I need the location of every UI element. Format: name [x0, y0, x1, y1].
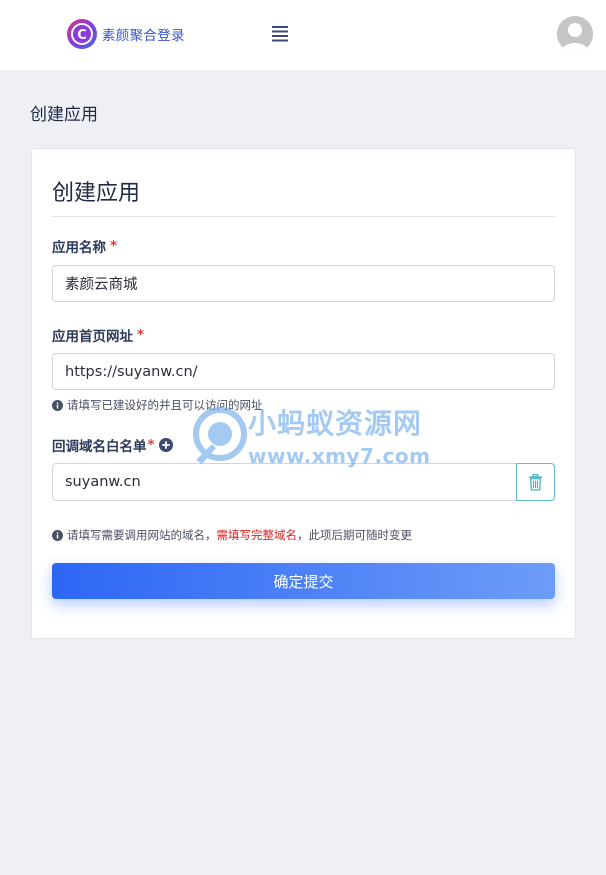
app-name-label: 应用名称 * [52, 236, 117, 256]
homepage-hint: 请填写已建设好的并且可以访问的网址 [52, 397, 263, 413]
brand-logo-icon: C [67, 19, 97, 49]
info-icon [52, 399, 63, 411]
required-mark: * [147, 437, 155, 453]
delete-domain-button[interactable] [516, 463, 555, 501]
homepage-hint-text: 请填写已建设好的并且可以访问的网址 [67, 398, 263, 412]
app-name-input[interactable] [52, 265, 555, 302]
create-app-card: 创建应用 应用名称 * 应用首页网址 * 请填写已建设好的并且可以访问的网址 回… [31, 148, 576, 639]
user-avatar[interactable] [557, 16, 593, 52]
whitelist-hint-prefix: 请填写需要调用网站的域名， [67, 528, 217, 542]
submit-button[interactable]: 确定提交 [52, 563, 555, 599]
hamburger-menu-icon[interactable] [270, 24, 290, 42]
whitelist-label: 回调域名白名单 * [52, 435, 173, 455]
info-icon [52, 529, 63, 541]
top-navbar: C 素颜聚合登录 [0, 0, 606, 70]
required-mark: * [110, 238, 118, 254]
whitelist-hint-warning: 需填写完整域名 [216, 528, 298, 542]
homepage-input[interactable] [52, 353, 555, 390]
whitelist-hint-suffix: ，此项后期可随时变更 [297, 528, 412, 542]
app-name-label-text: 应用名称 [52, 240, 106, 256]
svg-text:C: C [77, 28, 87, 43]
required-mark: * [137, 327, 145, 343]
page-title: 创建应用 [30, 105, 98, 125]
brand-name: 素颜聚合登录 [102, 28, 185, 44]
trash-icon [528, 473, 543, 491]
homepage-label: 应用首页网址 * [52, 325, 144, 345]
whitelist-domain-input[interactable] [52, 463, 517, 501]
user-avatar-icon [557, 16, 593, 52]
whitelist-label-text: 回调域名白名单 [52, 439, 147, 455]
plus-circle-icon[interactable] [158, 438, 173, 452]
whitelist-hint: 请填写需要调用网站的域名， 需填写完整域名 ，此项后期可随时变更 [52, 527, 412, 543]
card-title: 创建应用 [52, 181, 141, 206]
homepage-label-text: 应用首页网址 [52, 329, 133, 345]
card-divider [52, 216, 555, 217]
brand[interactable]: C 素颜聚合登录 [66, 18, 185, 50]
